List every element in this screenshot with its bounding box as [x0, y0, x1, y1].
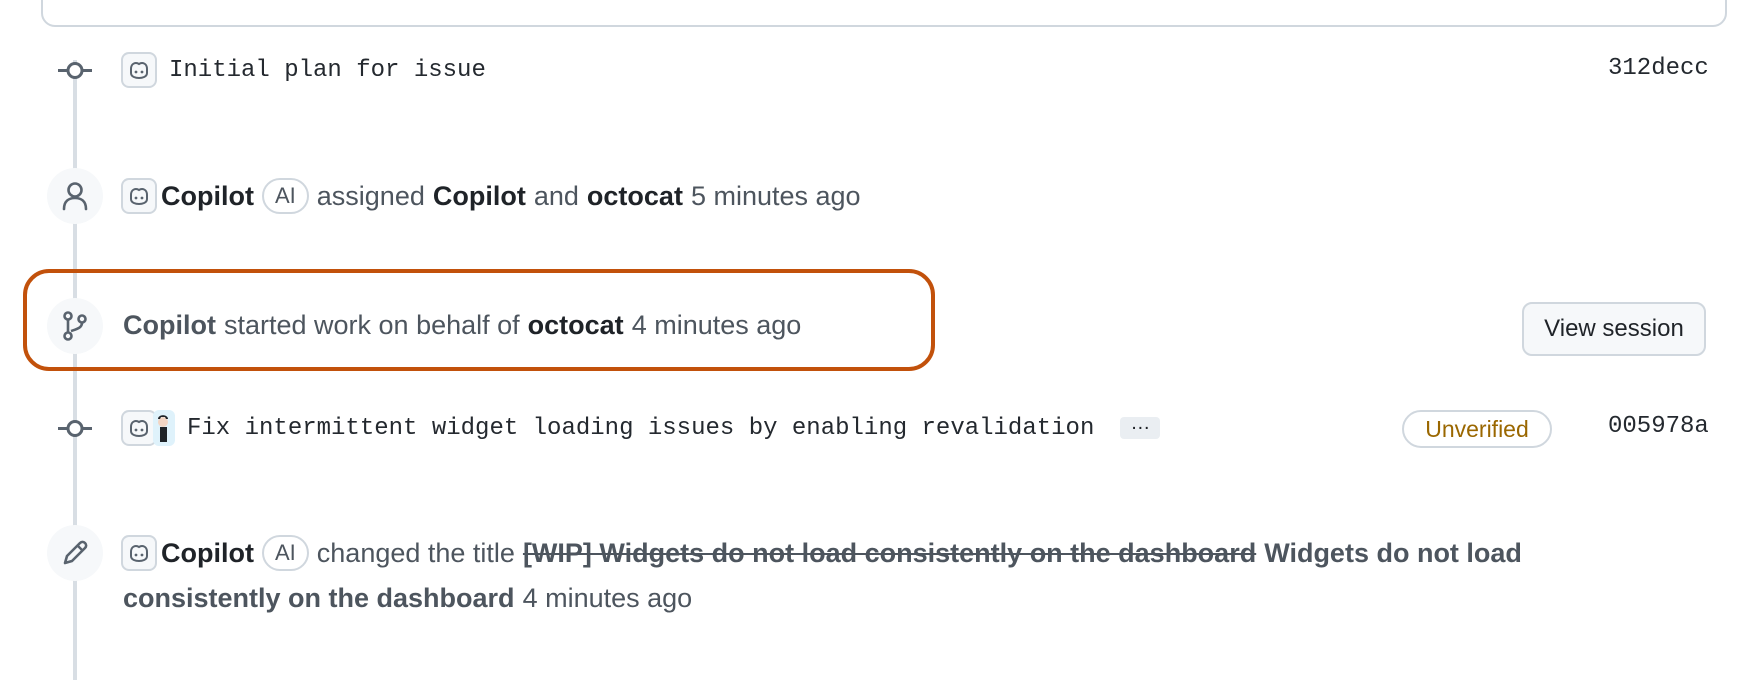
octocat-avatar-icon[interactable] [153, 410, 175, 446]
expand-ellipsis-button[interactable]: … [1120, 413, 1161, 439]
copilot-avatar-icon[interactable] [121, 52, 157, 88]
commit-sha-link[interactable]: 312decc [1608, 55, 1708, 82]
previous-comment-box [41, 0, 1727, 27]
event-assigned: Copilot AI assigned Copilot and octocat … [121, 176, 861, 216]
commit-dot-icon [58, 60, 92, 80]
commit-message-link[interactable]: Initial plan for issue [169, 57, 486, 84]
copilot-avatar-icon[interactable] [121, 410, 157, 446]
commit-message-link[interactable]: Fix intermittent widget loading issues b… [187, 415, 1094, 442]
new-title-line1: Widgets do not load [1264, 537, 1522, 568]
conjunction-text: and [533, 180, 579, 211]
event-verb: changed the title [316, 537, 515, 568]
actor-link[interactable]: Copilot [161, 181, 254, 212]
commit-initial: Initial plan for issue [121, 50, 486, 90]
copilot-avatar-icon[interactable] [121, 178, 157, 214]
ai-badge: AI [261, 178, 309, 214]
highlight-outline [23, 269, 935, 371]
pencil-icon [47, 525, 103, 581]
unverified-badge[interactable]: Unverified [1402, 410, 1552, 448]
new-title-line2: consistently on the dashboard [123, 582, 515, 613]
actor-link[interactable]: Copilot [161, 538, 254, 569]
ai-badge: AI [261, 535, 309, 571]
event-verb: assigned [316, 180, 425, 211]
copilot-avatar-icon[interactable] [121, 535, 157, 571]
event-title-changed-cont: consistently on the dashboard 4 minutes … [123, 578, 692, 618]
commit-sha-link[interactable]: 005978a [1608, 413, 1708, 440]
commit-dot-icon [58, 418, 92, 438]
timestamp-link[interactable]: 4 minutes ago [523, 583, 693, 614]
assignee-link[interactable]: Copilot [433, 181, 526, 212]
person-icon [47, 168, 103, 224]
view-session-button[interactable]: View session [1522, 302, 1706, 356]
assignee-link[interactable]: octocat [587, 181, 683, 212]
old-title: [WIP] Widgets do not load consistently o… [522, 537, 1257, 568]
timestamp-link[interactable]: 5 minutes ago [691, 181, 861, 212]
event-title-changed: Copilot AI changed the title [WIP] Widge… [121, 533, 1522, 573]
commit-fix: Fix intermittent widget loading issues b… [121, 408, 1161, 448]
